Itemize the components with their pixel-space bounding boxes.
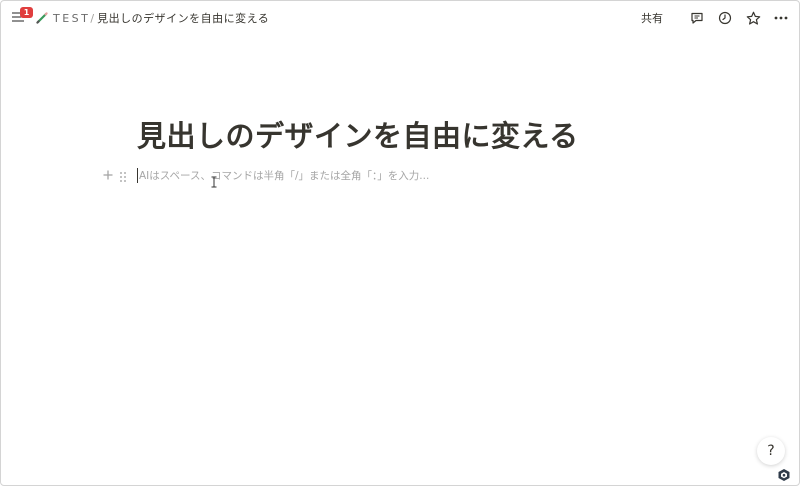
breadcrumb-separator: /	[90, 11, 95, 25]
star-icon[interactable]	[745, 10, 761, 26]
topbar: 1 TEST / 見出しのデザインを自由に変える 共有	[1, 1, 799, 35]
breadcrumb: TEST / 見出しのデザインを自由に変える	[35, 10, 269, 26]
app-window: 1 TEST / 見出しのデザインを自由に変える 共有 見出しのデザインを自由に…	[0, 0, 800, 486]
text-block: AIはスペース、コマンドは半角「/」または全角「：」を入力...	[101, 165, 429, 185]
drag-handle-icon[interactable]	[119, 168, 129, 182]
clock-icon[interactable]	[717, 10, 733, 26]
breadcrumb-page[interactable]: 見出しのデザインを自由に変える	[97, 10, 269, 26]
block-input[interactable]: AIはスペース、コマンドは半角「/」または全角「：」を入力...	[137, 167, 429, 183]
add-block-icon[interactable]	[101, 168, 115, 182]
breadcrumb-workspace[interactable]: TEST	[53, 12, 90, 25]
notification-badge: 1	[20, 7, 33, 18]
text-cursor-icon	[211, 173, 217, 188]
help-button[interactable]: ?	[757, 437, 785, 465]
share-button[interactable]: 共有	[635, 8, 669, 28]
app-logo-icon	[777, 467, 791, 481]
more-icon[interactable]	[773, 10, 789, 26]
comment-icon[interactable]	[689, 10, 705, 26]
page-title[interactable]: 見出しのデザインを自由に変える	[137, 113, 579, 155]
pencil-icon	[35, 11, 49, 25]
topbar-actions: 共有	[635, 8, 789, 28]
